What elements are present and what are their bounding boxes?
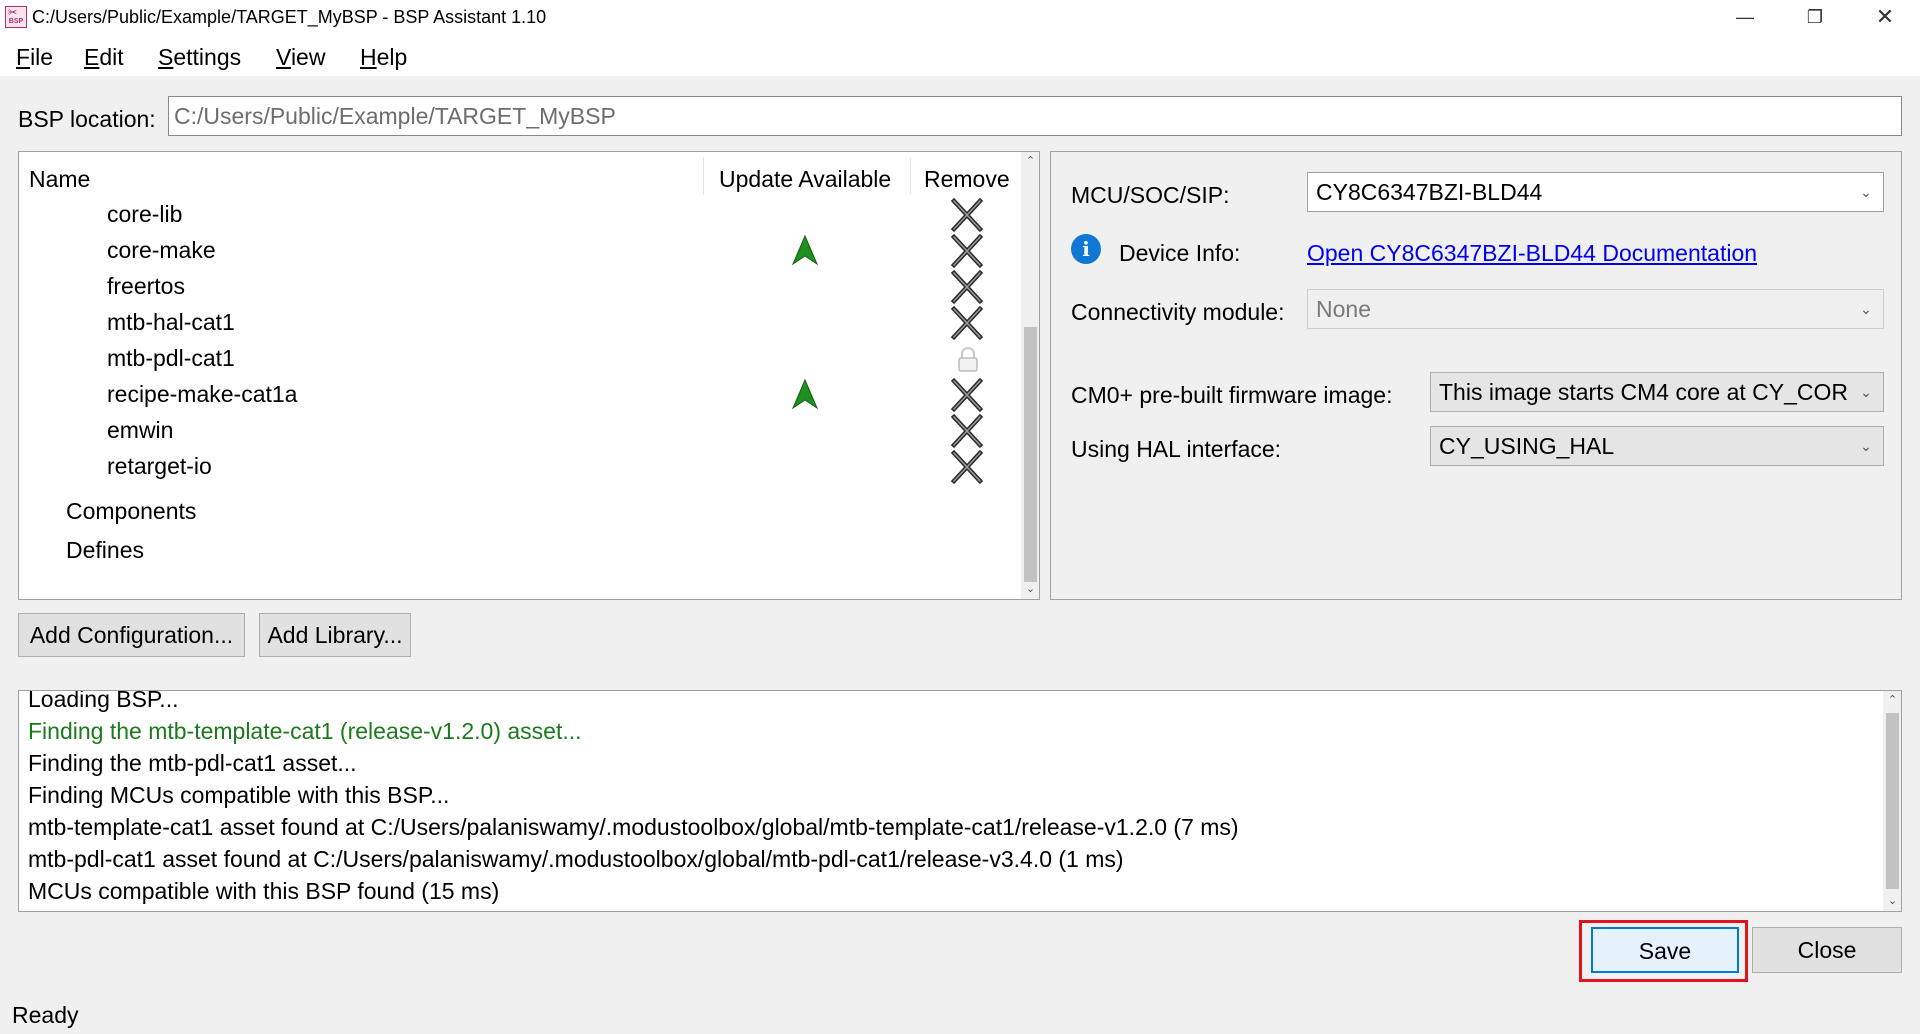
remove-icon[interactable] <box>949 413 985 449</box>
info-icon: i <box>1071 234 1101 264</box>
chevron-down-icon: ⌄ <box>1855 181 1877 203</box>
remove-icon[interactable] <box>949 377 985 413</box>
chevron-down-icon: ⌄ <box>1855 381 1877 403</box>
menu-edit[interactable]: Edit <box>84 44 124 71</box>
tree-group-components[interactable]: Components <box>19 494 1019 530</box>
scrollbar-thumb[interactable] <box>1886 713 1899 889</box>
column-header-remove[interactable]: Remove <box>924 166 1010 193</box>
tree-item-recipe-make-cat1a[interactable]: recipe-make-cat1a <box>19 377 1019 413</box>
log-line: Finding the mtb-pdl-cat1 asset... <box>28 750 357 776</box>
tree-item-emwin[interactable]: emwin <box>19 413 1019 449</box>
title-bar: ✂ BSP C:/Users/Public/Example/TARGET_MyBS… <box>0 0 1920 36</box>
log-scrollbar[interactable]: ⌃ ⌄ <box>1883 691 1901 911</box>
cm0-image-label: CM0+ pre-built firmware image: <box>1071 382 1393 408</box>
connectivity-value: None <box>1316 296 1371 322</box>
tree-item-label: mtb-hal-cat1 <box>107 309 235 335</box>
mcu-select[interactable]: CY8C6347BZI-BLD44 ⌄ <box>1307 172 1884 212</box>
connectivity-select: None ⌄ <box>1307 289 1884 329</box>
update-available-icon[interactable] <box>791 234 819 266</box>
tree-scrollbar[interactable]: ⌃ ⌄ <box>1021 152 1039 599</box>
tree-item-label: retarget-io <box>107 453 212 479</box>
tree-item-mtb-pdl-cat1[interactable]: mtb-pdl-cat1 <box>19 341 1019 377</box>
update-available-icon[interactable] <box>791 378 819 410</box>
tree-item-label: recipe-make-cat1a <box>107 381 298 407</box>
scroll-down-icon[interactable]: ⌄ <box>1886 894 1899 908</box>
device-info-label: Device Info: <box>1119 240 1241 266</box>
scrollbar-thumb[interactable] <box>1024 327 1037 582</box>
tree-group-defines[interactable]: Defines <box>19 533 1019 569</box>
menu-settings[interactable]: Settings <box>158 44 241 71</box>
library-tree[interactable]: Name Update Available Remove core-lib cor… <box>18 151 1040 600</box>
scroll-up-icon[interactable]: ⌃ <box>1024 154 1037 168</box>
cm0-image-select[interactable]: This image starts CM4 core at CY_COR ⌄ <box>1430 372 1884 412</box>
remove-icon[interactable] <box>949 305 985 341</box>
hal-interface-value: CY_USING_HAL <box>1439 433 1615 459</box>
remove-icon[interactable] <box>949 197 985 233</box>
hal-interface-select[interactable]: CY_USING_HAL ⌄ <box>1430 426 1884 466</box>
column-header-name[interactable]: Name <box>29 166 90 193</box>
tree-item-label: mtb-pdl-cat1 <box>107 345 235 371</box>
tree-group-label: Components <box>66 498 197 524</box>
log-line: Loading BSP... <box>28 690 179 712</box>
minimize-icon[interactable]: — <box>1710 0 1780 36</box>
bsp-location-field[interactable] <box>168 96 1902 136</box>
log-line: mtb-pdl-cat1 asset found at C:/Users/pal… <box>28 846 1124 872</box>
bsp-location-label: BSP location: <box>18 106 156 132</box>
add-library-button[interactable]: Add Library... <box>259 613 411 657</box>
tree-item-freertos[interactable]: freertos <box>19 269 1019 305</box>
chevron-down-icon: ⌄ <box>1855 298 1877 320</box>
tree-item-label: core-lib <box>107 201 183 227</box>
menu-file[interactable]: File <box>16 44 53 71</box>
log-line: Finding the mtb-template-cat1 (release-v… <box>28 718 582 744</box>
remove-icon[interactable] <box>949 269 985 305</box>
app-icon: ✂ BSP <box>5 6 27 28</box>
menu-view[interactable]: View <box>276 44 325 71</box>
menu-help[interactable]: Help <box>360 44 407 71</box>
remove-icon[interactable] <box>949 449 985 485</box>
tree-item-label: emwin <box>107 417 174 443</box>
scroll-up-icon[interactable]: ⌃ <box>1886 693 1899 707</box>
scroll-down-icon[interactable]: ⌄ <box>1024 582 1037 596</box>
mcu-value: CY8C6347BZI-BLD44 <box>1316 179 1543 205</box>
device-documentation-link[interactable]: Open CY8C6347BZI-BLD44 Documentation <box>1307 240 1757 267</box>
hal-interface-label: Using HAL interface: <box>1071 436 1282 462</box>
tree-item-core-lib[interactable]: core-lib <box>19 197 1019 233</box>
add-configuration-button[interactable]: Add Configuration... <box>18 613 245 657</box>
header-divider <box>703 158 704 194</box>
header-divider <box>910 158 911 194</box>
menu-bar: File Edit Settings View Help <box>0 36 1920 76</box>
mcu-label: MCU/SOC/SIP: <box>1071 182 1230 208</box>
tree-item-core-make[interactable]: core-make <box>19 233 1019 269</box>
tree-item-label: freertos <box>107 273 185 299</box>
status-bar-text: Ready <box>12 1002 79 1028</box>
save-button[interactable]: Save <box>1591 927 1739 973</box>
log-line: MCUs compatible with this BSP found (15 … <box>28 878 500 904</box>
properties-panel: MCU/SOC/SIP: CY8C6347BZI-BLD44 ⌄ i Devic… <box>1050 151 1902 600</box>
log-output[interactable]: Loading BSP... Finding the mtb-template-c… <box>18 690 1902 912</box>
cm0-image-value: This image starts CM4 core at CY_COR <box>1439 379 1849 405</box>
log-line: Finding MCUs compatible with this BSP... <box>28 782 450 808</box>
close-window-icon[interactable]: ✕ <box>1850 0 1920 36</box>
window-title: C:/Users/Public/Example/TARGET_MyBSP - B… <box>32 7 547 27</box>
chevron-down-icon: ⌄ <box>1855 435 1877 457</box>
close-button[interactable]: Close <box>1752 927 1902 973</box>
tree-group-label: Defines <box>66 537 144 563</box>
tree-item-mtb-hal-cat1[interactable]: mtb-hal-cat1 <box>19 305 1019 341</box>
log-line: mtb-template-cat1 asset found at C:/User… <box>28 814 1239 840</box>
column-header-update[interactable]: Update Available <box>719 166 891 193</box>
lock-icon <box>956 347 980 373</box>
maximize-icon[interactable]: ❐ <box>1780 0 1850 36</box>
remove-icon[interactable] <box>949 233 985 269</box>
tree-item-label: core-make <box>107 237 216 263</box>
connectivity-label: Connectivity module: <box>1071 299 1285 325</box>
tree-item-retarget-io[interactable]: retarget-io <box>19 449 1019 485</box>
